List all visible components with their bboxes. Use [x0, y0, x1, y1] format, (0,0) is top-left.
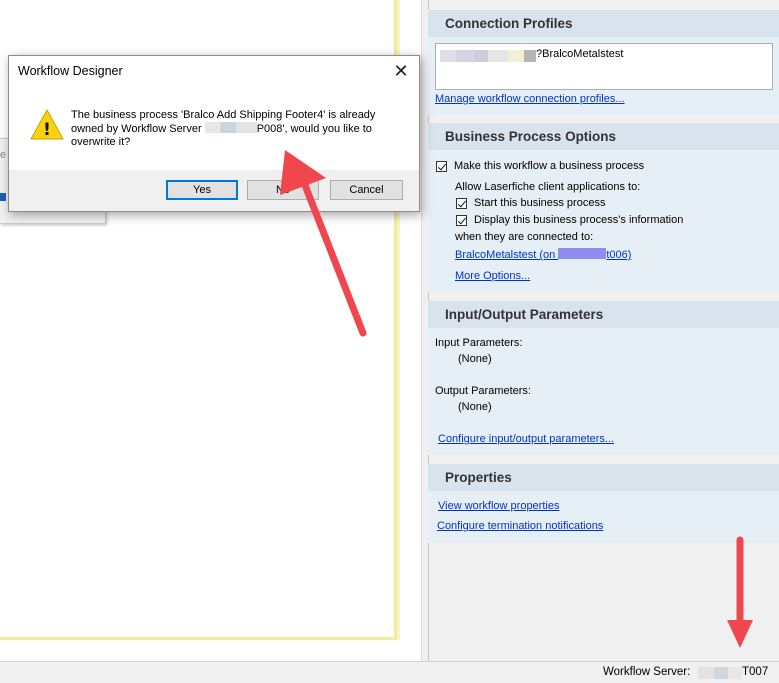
view-workflow-properties-link[interactable]: View workflow properties [438, 500, 559, 512]
no-button[interactable]: No [247, 180, 319, 200]
redacted-block [728, 667, 742, 679]
status-bar: Workflow Server: T007 [0, 661, 779, 683]
background-window-fragment: e [0, 149, 7, 161]
redacted-block [524, 50, 536, 62]
repository-link-text-1: BralcoMetalstest (on [455, 249, 559, 261]
yes-button[interactable]: Yes [166, 180, 238, 200]
section-header-business-process-options: Business Process Options [428, 123, 779, 150]
background-window-bluefragment [0, 193, 6, 201]
more-options-link[interactable]: More Options... [455, 270, 530, 282]
section-body-properties [428, 491, 779, 543]
status-server-suffix: T007 [742, 666, 769, 678]
connection-profile-name: ?BralcoMetalstest [536, 48, 624, 60]
cancel-button[interactable]: Cancel [330, 180, 403, 200]
redacted-block [714, 667, 728, 679]
redacted-block [558, 248, 607, 259]
close-icon[interactable]: ✕ [389, 59, 413, 83]
redacted-block [474, 50, 488, 62]
input-parameters-label: Input Parameters: [435, 337, 523, 349]
status-server-label: Workflow Server: [603, 666, 691, 678]
redacted-block [488, 50, 508, 62]
make-business-process-label: Make this workflow a business process [454, 160, 645, 172]
redacted-block [456, 50, 474, 62]
output-parameters-value: (None) [458, 401, 492, 413]
section-header-connection-profiles: Connection Profiles [428, 10, 779, 37]
redacted-block [698, 667, 714, 679]
section-header-io-parameters: Input/Output Parameters [428, 301, 779, 328]
connection-profiles-list[interactable]: ?BralcoMetalstest [435, 43, 773, 90]
input-parameters-value: (None) [458, 353, 492, 365]
redacted-block [508, 50, 524, 62]
manage-connection-profiles-link[interactable]: Manage workflow connection profiles... [435, 93, 625, 105]
redacted-block [440, 50, 456, 62]
configure-io-parameters-link[interactable]: Configure input/output parameters... [438, 433, 614, 445]
redacted-block [204, 122, 257, 133]
repository-link[interactable]: BralcoMetalstest (on t006) [455, 248, 631, 261]
allow-clients-label: Allow Laserfiche client applications to: [455, 181, 641, 193]
warning-glyph: ! [43, 120, 51, 140]
overwrite-confirmation-dialog: Workflow Designer ✕ ! The business proce… [8, 55, 420, 212]
warning-icon: ! [30, 109, 64, 140]
repository-link-text-2: t006) [606, 249, 632, 261]
output-parameters-label: Output Parameters: [435, 385, 531, 397]
start-process-checkbox[interactable] [456, 198, 467, 209]
dialog-title: Workflow Designer [18, 64, 123, 78]
configure-termination-notifications-link[interactable]: Configure termination notifications [437, 520, 603, 532]
section-header-properties: Properties [428, 464, 779, 491]
display-info-label: Display this business process's informat… [474, 214, 684, 226]
dialog-button-bar: Yes No Cancel [9, 170, 419, 211]
make-business-process-checkbox[interactable] [436, 161, 447, 172]
connected-to-label: when they are connected to: [455, 231, 594, 243]
display-info-checkbox[interactable] [456, 215, 467, 226]
dialog-message: The business process 'Bralco Add Shippin… [71, 109, 401, 149]
start-process-label: Start this business process [474, 197, 606, 209]
